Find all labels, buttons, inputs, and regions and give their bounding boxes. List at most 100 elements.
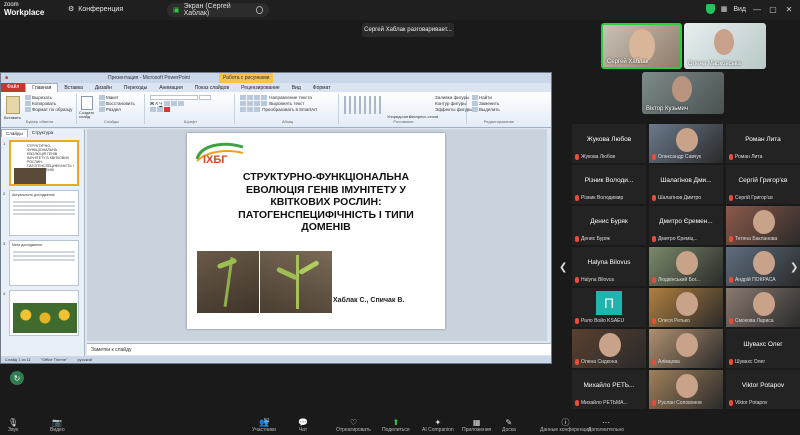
video-button[interactable]: 📷 Видео [50,418,65,433]
tab-slideshow[interactable]: Показ слайдов [189,85,235,91]
video-participant[interactable]: Віктор Кузьмич [642,72,724,114]
ai-companion-button[interactable]: ✦ AI Companion [422,418,454,433]
maximize-icon[interactable]: ▢ [768,4,778,14]
select-button[interactable]: Выделить [472,107,526,113]
participant-tile[interactable]: Смокова Лариса [726,288,800,327]
participant-tile[interactable]: Viktor Potapov Viktor Potapov [726,370,800,409]
slide-thumbnail[interactable] [9,290,79,336]
participant-footer: Дмитро Єреміц... [652,236,698,242]
share-label: Экран (Сергей Хаблак) [183,3,231,17]
options-icon[interactable] [255,6,263,14]
minimize-icon[interactable]: — [752,4,762,14]
share-indicator[interactable]: ▣ Экран (Сергей Хаблак) [167,3,269,17]
slide[interactable]: ІХБГ СТРУКТУРНО-ФУНКЦІОНАЛЬНА ЕВОЛЮЦІЯ Г… [187,133,445,329]
tab-animation[interactable]: Анимация [153,85,188,91]
ppt-ribbon: Вставить Вырезать Копировать Формат по о… [1,92,551,128]
picture-tools-label: Работа с рисунками [219,73,274,83]
share-button[interactable]: ⬆ Поделиться [382,418,410,433]
participant-name: Шувахс Олег [743,341,783,348]
brand-big: Workplace [4,8,45,17]
new-slide-icon[interactable] [81,96,93,110]
slide-thumbnail[interactable]: Актуальність дослідження [9,190,79,236]
tab-insert[interactable]: Вставка [58,85,89,91]
video-participant[interactable]: Олена Марковська [684,23,766,69]
slide-number: 1 [3,141,6,146]
tab-file[interactable]: Файл [1,83,26,92]
view-button[interactable]: Вид [733,6,746,13]
slide-thumbnail[interactable]: СТРУКТУРНО-ФУНКЦІОНАЛЬНА ЕВОЛЮЦІЯ ГЕНІВ … [9,140,79,186]
participant-tile[interactable]: Олександр Савчук [649,124,723,163]
participant-tile[interactable]: Жукова Любов Жукова Любов [572,124,646,163]
smartart-button[interactable]: Преобразовать в SmartArt [240,107,335,113]
apps-button[interactable]: ▦ Приложения [462,418,491,433]
participant-tile[interactable]: Андрій ПОКРАСА [726,247,800,286]
section-button[interactable]: Раздел [99,107,135,113]
thumb-title: Актуальність дослідження [12,193,55,197]
chat-button[interactable]: 💬 Чат [298,418,308,433]
participant-tile[interactable]: Михайло РЕТЬ... Михайло РЕТЬМА... [572,370,646,409]
audio-button[interactable]: 🎙 Звук [8,418,18,433]
tab-outline[interactable]: Структура [28,129,57,137]
mic-muted-icon [652,400,656,406]
participant-tile[interactable]: Денис Буряк Денис Буряк [572,206,646,245]
participant-tile[interactable]: Олеся Ретько [649,288,723,327]
notes-placeholder: Заметки к слайду [91,347,132,353]
floating-widget-icon[interactable]: ↻ [10,371,24,385]
participant-tile[interactable]: Роман Лита Роман Лита [726,124,800,163]
participants-button[interactable]: 👥 Участники 51 [252,418,276,433]
video-label: Олена Марковська [688,61,741,67]
shapes-gallery[interactable] [344,96,384,114]
whiteboard-button[interactable]: ✎ Доска [502,418,516,433]
chevron-right-icon[interactable]: ❯ [790,262,798,273]
participant-tile[interactable]: Руслан Соловонов [649,370,723,409]
zoom-logo: zoom Workplace [4,2,52,17]
participant-footer-label: Сергій Григор'єв [735,195,773,201]
notes-pane[interactable]: Заметки к слайду [87,343,551,355]
mic-muted-icon [652,154,656,160]
new-slide-button[interactable]: Создать слайд [79,111,97,119]
tab-home[interactable]: Главная [25,83,59,92]
participant-tile[interactable]: Halyna Bilovus Halyna Bilovus [572,247,646,286]
tab-design[interactable]: Дизайн [89,85,118,91]
close-icon[interactable]: ✕ [784,4,794,14]
participant-gallery: Жукова Любов Жукова Любов Олександр Савчук… [572,124,800,416]
shape-effects-button[interactable]: Эффекты фигуры [435,107,473,113]
tab-slides[interactable]: Слайды [1,129,28,137]
tab-view[interactable]: Вид [286,85,307,91]
group-label: Шрифт [183,119,198,124]
participant-footer-label: Роман Лита [735,154,763,160]
tab-transitions[interactable]: Переходы [118,85,153,91]
participant-tile[interactable]: Сергій Григор'єв Сергій Григор'єв [726,165,800,204]
security-shield-icon[interactable] [705,4,715,14]
paste-icon[interactable] [6,96,20,114]
participant-tile[interactable]: Шалагінов Дми... Шалагінов Дмитро [649,165,723,204]
participant-face [599,333,621,357]
font-color-buttons[interactable] [150,107,231,113]
participant-tile[interactable]: Алімцова [649,329,723,368]
participant-tile[interactable]: Олена Сидкона [572,329,646,368]
thumb-title: Мета дослідження [12,243,42,247]
more-icon: ⋯ [602,418,610,427]
more-button[interactable]: ⋯ Дополнительно [588,418,624,433]
chevron-left-icon[interactable]: ❮ [559,262,567,273]
tab-review[interactable]: Рецензирование [235,85,286,91]
participant-tile[interactable]: П Рало Войо KSAEU [572,288,646,327]
participant-tile[interactable]: Людвінський Бог... [649,247,723,286]
video-speaker[interactable]: Сергей Хаблак [601,23,682,69]
meeting-info-button[interactable]: ⓘ Данные конференции [540,418,591,433]
mic-muted-icon [575,195,579,201]
participant-footer-label: Олександр Савчук [658,154,702,160]
react-button[interactable]: ♡ Отреагировать [336,418,371,433]
slide-thumbnail[interactable]: Мета дослідження [9,240,79,286]
tab-format[interactable]: Формат [307,85,337,91]
participant-name: Денис Буряк [590,218,628,225]
participant-tile[interactable]: Дмитро Єремен... Дмитро Єреміц... [649,206,723,245]
participant-footer: Руслан Соловонов [652,400,702,406]
participant-tile[interactable]: Різник Володи... Різник Володимир [572,165,646,204]
mic-muted-icon [652,195,656,201]
conference-button[interactable]: ⚙ Конференция [68,5,123,14]
participant-tile[interactable]: Тетяна Бакланова [726,206,800,245]
toolbar-label: AI Companion [422,427,454,433]
participant-tile[interactable]: Шувахс Олег Шувахс Олег [726,329,800,368]
format-painter-button[interactable]: Формат по образцу [25,107,72,113]
